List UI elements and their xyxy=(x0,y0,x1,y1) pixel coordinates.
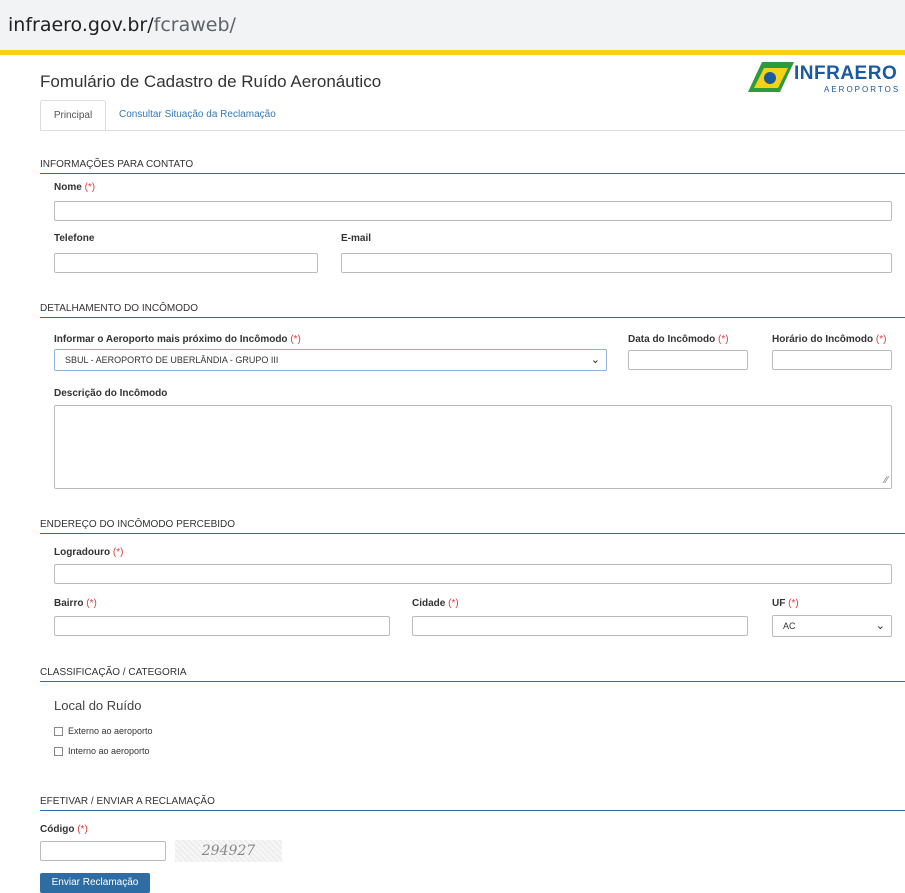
codigo-field[interactable] xyxy=(40,841,166,861)
url-text[interactable]: infraero.gov.br/fcraweb/ xyxy=(8,14,236,36)
horario-field[interactable] xyxy=(772,350,892,370)
checkbox-box[interactable] xyxy=(54,747,63,757)
local-ruido-title: Local do Ruído xyxy=(54,698,142,713)
uf-select[interactable]: AC ⌄ xyxy=(772,615,892,637)
section-envio: EFETIVAR / ENVIAR A RECLAMAÇÃO xyxy=(40,796,905,811)
uf-label: UF (*) xyxy=(772,598,799,609)
uf-selected-value: AC xyxy=(783,621,796,631)
section-classificacao: CLASSIFICAÇÃO / CATEGORIA xyxy=(40,667,905,682)
infraero-logo: INFRAERO AEROPORTOS xyxy=(748,62,898,98)
section-endereco: ENDEREÇO DO INCÔMODO PERCEBIDO xyxy=(40,519,905,534)
cidade-label: Cidade (*) xyxy=(412,598,459,609)
data-label: Data do Incômodo (*) xyxy=(628,334,729,345)
browser-address-bar[interactable]: infraero.gov.br/fcraweb/ xyxy=(0,0,905,50)
chevron-down-icon: ⌄ xyxy=(875,620,885,632)
aeroporto-selected-value: SBUL - AEROPORTO DE UBERLÂNDIA - GRUPO I… xyxy=(65,355,279,365)
logradouro-label: Logradouro (*) xyxy=(54,547,124,558)
aeroporto-label: Informar o Aeroporto mais próximo do Inc… xyxy=(54,334,301,345)
section-detalhamento: DETALHAMENTO DO INCÔMODO xyxy=(40,303,905,318)
aeroporto-select[interactable]: SBUL - AEROPORTO DE UBERLÂNDIA - GRUPO I… xyxy=(54,349,607,371)
telefone-field[interactable] xyxy=(54,253,318,273)
header-accent-line xyxy=(0,50,905,55)
section-contato: INFORMAÇÕES PARA CONTATO xyxy=(40,159,905,174)
infraero-logo-icon xyxy=(748,62,794,92)
tab-consultar-situacao[interactable]: Consultar Situação da Reclamação xyxy=(119,109,276,120)
logradouro-field[interactable] xyxy=(54,564,892,584)
page-title: Fomulário de Cadastro de Ruído Aeronáuti… xyxy=(40,72,382,91)
checkbox-box[interactable] xyxy=(54,727,63,737)
email-field[interactable] xyxy=(341,253,892,273)
bairro-field[interactable] xyxy=(54,616,390,636)
captcha-image: 294927 xyxy=(175,840,282,862)
chevron-down-icon: ⌄ xyxy=(590,354,600,366)
telefone-label: Telefone xyxy=(54,233,95,244)
cidade-field[interactable] xyxy=(412,616,748,636)
horario-label: Horário do Incômodo (*) xyxy=(772,334,887,345)
enviar-reclamacao-button[interactable]: Enviar Reclamação xyxy=(40,873,150,893)
logo-subtitle: AEROPORTOS xyxy=(824,85,901,94)
email-label: E-mail xyxy=(341,233,372,244)
descricao-textarea[interactable]: ∕∕ xyxy=(54,405,892,489)
descricao-label: Descrição do Incômodo xyxy=(54,388,168,399)
checkbox-externo[interactable]: Externo ao aeroporto xyxy=(54,726,153,737)
tab-divider xyxy=(40,130,905,131)
logo-name: INFRAERO xyxy=(794,63,898,84)
tab-principal[interactable]: Principal xyxy=(40,100,106,131)
bairro-label: Bairro (*) xyxy=(54,598,97,609)
nome-field[interactable] xyxy=(54,201,892,221)
checkbox-interno[interactable]: Interno ao aeroporto xyxy=(54,746,150,757)
nome-label: Nome (*) xyxy=(54,182,96,193)
codigo-label: Código (*) xyxy=(40,824,88,835)
data-field[interactable] xyxy=(628,350,748,370)
resize-handle-icon[interactable]: ∕∕ xyxy=(885,475,888,486)
